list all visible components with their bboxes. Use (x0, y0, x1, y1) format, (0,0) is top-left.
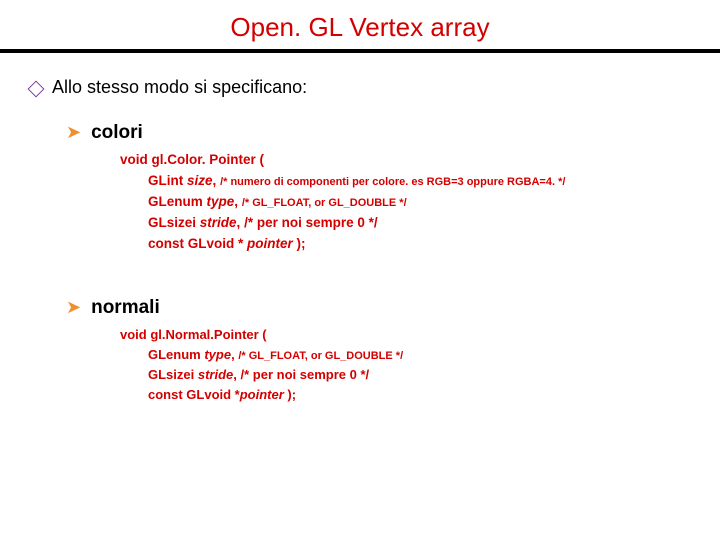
param-line: const GLvoid * pointer ); (148, 234, 690, 255)
param-name: type (204, 347, 231, 362)
param-type: GLenum (148, 347, 204, 362)
param-name: size (187, 173, 213, 188)
fn-signature: void gl.Normal.Pointer ( (120, 325, 690, 345)
param-name: stride (198, 367, 233, 382)
param-punct: , (234, 194, 238, 209)
intro-line: Allo stesso modo si specificano: (30, 77, 690, 98)
param-type: GLint (148, 173, 187, 188)
param-type: GLsizei (148, 367, 198, 382)
slide-body: Allo stesso modo si specificano: ➤ color… (0, 53, 720, 405)
param-name: pointer (240, 387, 284, 402)
param-comment: /* numero di componenti per colore. es R… (220, 176, 565, 188)
section-heading-normali: ➤ normali (66, 297, 690, 319)
param-punct: , (233, 367, 237, 382)
param-line: GLenum type, /* GL_FLOAT, or GL_DOUBLE *… (148, 192, 690, 213)
param-punct: , (231, 347, 235, 362)
param-punct: ); (284, 387, 296, 402)
arrow-bullet-icon: ➤ (66, 122, 81, 142)
param-type: GLenum (148, 194, 207, 209)
slide-title: Open. GL Vertex array (0, 0, 720, 43)
param-comment: /* per noi sempre 0 */ (244, 215, 378, 230)
param-name: stride (200, 215, 237, 230)
intro-text: Allo stesso modo si specificano: (52, 77, 307, 98)
param-type: const GLvoid * (148, 387, 240, 402)
diamond-bullet-icon (28, 81, 45, 98)
param-name: pointer (247, 236, 293, 251)
fn-signature: void gl.Color. Pointer ( (120, 150, 690, 171)
section-heading-colori: ➤ colori (66, 122, 690, 144)
param-line: GLenum type, /* GL_FLOAT, or GL_DOUBLE *… (148, 345, 690, 365)
param-comment: /* GL_FLOAT, or GL_DOUBLE */ (242, 197, 407, 209)
param-punct: , (213, 173, 217, 188)
param-line: GLsizei stride, /* per noi sempre 0 */ (148, 213, 690, 234)
code-block-normali: void gl.Normal.Pointer ( GLenum type, /*… (120, 325, 690, 406)
param-punct: , (237, 215, 241, 230)
param-name: type (207, 194, 235, 209)
code-block-colori: void gl.Color. Pointer ( GLint size, /* … (120, 150, 690, 255)
param-comment: /* per noi sempre 0 */ (241, 367, 370, 382)
param-type: GLsizei (148, 215, 200, 230)
param-line: GLsizei stride, /* per noi sempre 0 */ (148, 365, 690, 385)
param-line: GLint size, /* numero di componenti per … (148, 171, 690, 192)
section-label: colori (91, 122, 143, 144)
param-punct: ); (293, 236, 306, 251)
arrow-bullet-icon: ➤ (66, 297, 81, 317)
section-label: normali (91, 297, 160, 319)
param-type: const GLvoid * (148, 236, 247, 251)
param-line: const GLvoid *pointer ); (148, 385, 690, 405)
param-comment: /* GL_FLOAT, or GL_DOUBLE */ (238, 350, 403, 362)
